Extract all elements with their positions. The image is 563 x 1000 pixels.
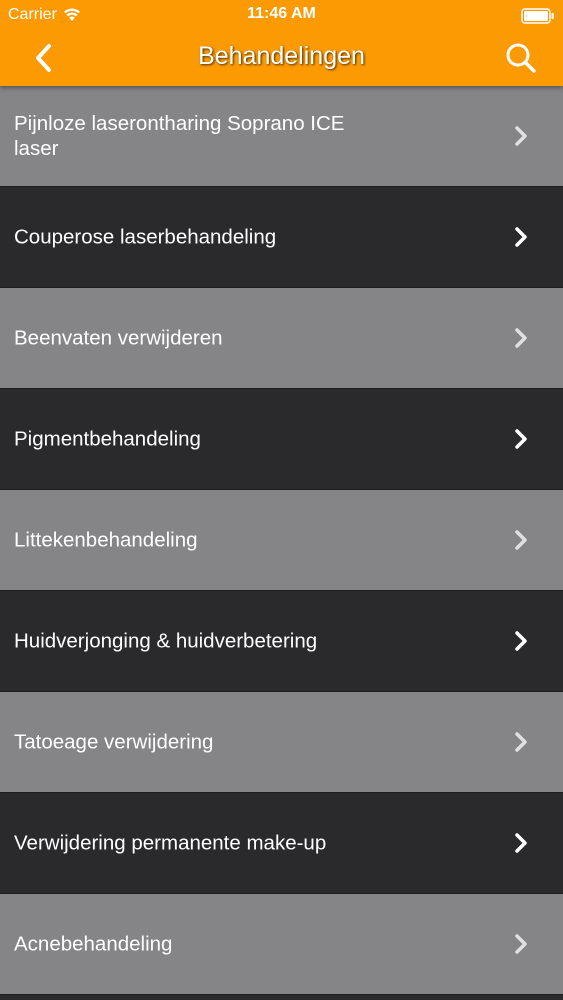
list-item-label: Beenvaten verwijderen: [14, 326, 223, 350]
battery-icon: [521, 8, 555, 29]
list-item-label: Littekenbehandeling: [14, 528, 198, 552]
status-bar: Carrier 11:46 AM: [0, 0, 563, 30]
chevron-left-icon: [36, 44, 51, 72]
list-item-label: Pijnloze laserontharing Soprano ICE lase…: [14, 112, 345, 160]
status-time: 11:46 AM: [247, 5, 316, 22]
chevron-right-icon: [511, 225, 531, 249]
list-item[interactable]: Tatoeage verwijdering: [0, 692, 563, 793]
list-item-label: Couperose laserbehandeling: [14, 225, 277, 249]
chevron-right-icon: [511, 427, 531, 451]
list-item[interactable]: Littekenbehandeling: [0, 490, 563, 591]
list-item-label: Huidverjonging & huidverbetering: [14, 629, 318, 653]
app-screen: Carrier 11:46 AM Behandelingen Pijnloze …: [0, 0, 563, 1000]
chevron-right-icon: [511, 528, 531, 552]
list-item[interactable]: Acnebehandeling: [0, 894, 563, 995]
list-item[interactable]: Pigmentbehandeling: [0, 389, 563, 490]
list-item[interactable]: Beenvaten verwijderen: [0, 288, 563, 389]
list-item[interactable]: Couperose laserbehandeling: [0, 187, 563, 288]
page-title: Behandelingen: [198, 42, 365, 70]
list-item[interactable]: Pijnloze laserontharing Soprano ICE lase…: [0, 86, 563, 187]
list-item-label: Pigmentbehandeling: [14, 427, 201, 451]
list-item-label: Acnebehandeling: [14, 932, 173, 956]
chevron-right-icon: [511, 629, 531, 653]
navigation-bar: Behandelingen: [0, 30, 563, 86]
treatment-list: Pijnloze laserontharing Soprano ICE lase…: [0, 86, 563, 1000]
list-item[interactable]: Verwijdering permanente make-up: [0, 793, 563, 894]
search-button[interactable]: [501, 38, 541, 78]
chevron-right-icon: [511, 730, 531, 754]
list-item[interactable]: Huidverjonging & huidverbetering: [0, 591, 563, 692]
chevron-right-icon: [511, 326, 531, 350]
back-button[interactable]: [24, 38, 64, 78]
chevron-right-icon: [511, 831, 531, 855]
chevron-right-icon: [511, 124, 531, 148]
list-item-label: Verwijdering permanente make-up: [14, 831, 327, 855]
list-item-label: Tatoeage verwijdering: [14, 730, 214, 754]
chevron-right-icon: [511, 932, 531, 956]
search-icon: [506, 43, 536, 73]
top-bar: Carrier 11:46 AM Behandelingen: [0, 0, 563, 86]
